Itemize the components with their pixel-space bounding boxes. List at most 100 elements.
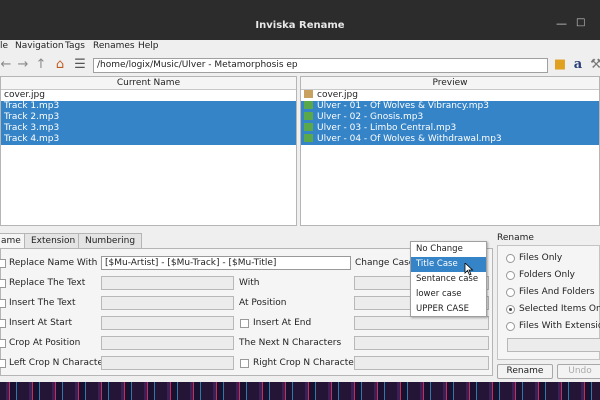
file-name: cover.jpg (4, 90, 45, 100)
file-name: Ulver - 03 - Limbo Central.mp3 (317, 123, 457, 133)
files-with-extensions-radio[interactable] (506, 322, 515, 331)
folder-up-icon[interactable]: ☰ (72, 57, 88, 73)
files-and-folders-radio[interactable] (506, 288, 515, 297)
replace-name-label: Replace Name With (9, 258, 98, 268)
case-option[interactable]: Sentance case (411, 272, 486, 287)
file-row[interactable]: Ulver - 02 - Gnosis.mp3 (301, 112, 599, 123)
preview-header[interactable]: Preview (301, 77, 599, 90)
selected-items-only-radio[interactable] (506, 305, 515, 314)
maximize-icon[interactable]: □ (576, 17, 585, 28)
rename-button[interactable]: Rename (497, 364, 553, 379)
insert-at-end-checkbox[interactable] (240, 319, 249, 328)
right-crop-label: Right Crop N Characters (253, 358, 363, 368)
file-row[interactable]: Track 4.mp3 (1, 134, 296, 145)
back-arrow-icon[interactable]: ← (0, 57, 14, 73)
file-row[interactable]: cover.jpg (301, 90, 599, 101)
undo-button[interactable]: Undo (557, 364, 600, 379)
change-case-label: Change Case (355, 258, 415, 268)
audio-file-icon (304, 101, 313, 109)
file-panes: Current Name cover.jpg Track 1.mp3 Track 2… (0, 76, 600, 230)
replace-text-input[interactable] (101, 276, 234, 290)
file-row[interactable]: Ulver - 04 - Of Wolves & Withdrawal.mp3 (301, 134, 599, 145)
home-icon[interactable]: ⌂ (52, 57, 68, 73)
file-name: Track 4.mp3 (4, 134, 60, 144)
file-row[interactable]: Track 1.mp3 (1, 101, 296, 112)
menu-renames[interactable]: Renames (93, 41, 135, 51)
files-only-label: Files Only (519, 253, 563, 263)
file-row[interactable]: Track 3.mp3 (1, 123, 296, 134)
change-case-dropdown[interactable]: No Change Title Case Sentance case lower… (410, 241, 487, 317)
left-crop-checkbox[interactable] (0, 359, 6, 368)
minimize-icon[interactable]: — (556, 17, 567, 30)
path-input[interactable]: /home/logix/Music/Ulver - Metamorphosis … (93, 58, 548, 73)
insert-text-label: Insert The Text (9, 298, 76, 308)
tab-numbering[interactable]: Numbering (78, 233, 143, 248)
at-position-label: At Position (239, 298, 287, 308)
rename-group-title: Rename (497, 233, 534, 243)
insert-at-end-label: Insert At End (253, 318, 312, 328)
insert-at-start-checkbox[interactable] (0, 319, 6, 328)
case-option[interactable]: lower case (411, 287, 486, 302)
current-name-pane[interactable]: Current Name cover.jpg Track 1.mp3 Track 2… (0, 76, 297, 226)
preview-pane[interactable]: Preview cover.jpg Ulver - 01 - Of Wolves … (300, 76, 600, 226)
menu-help[interactable]: Help (138, 41, 159, 51)
forward-arrow-icon[interactable]: → (15, 57, 31, 73)
mouse-cursor-icon (464, 263, 474, 276)
crop-at-position-checkbox[interactable] (0, 339, 6, 348)
next-n-characters-input[interactable] (354, 336, 489, 350)
folders-only-radio[interactable] (506, 271, 515, 280)
left-crop-label: Left Crop N Characters (9, 358, 112, 368)
file-name: Ulver - 02 - Gnosis.mp3 (317, 112, 424, 122)
case-option[interactable]: No Change (411, 242, 486, 257)
insert-text-checkbox[interactable] (0, 299, 6, 308)
case-option[interactable]: UPPER CASE (411, 302, 486, 317)
file-name: Ulver - 04 - Of Wolves & Withdrawal.mp3 (317, 134, 502, 144)
up-arrow-icon[interactable]: ↑ (33, 57, 49, 73)
file-name: cover.jpg (317, 90, 358, 100)
replace-text-label: Replace The Text (9, 278, 86, 288)
window-title: Inviska Rename (255, 20, 345, 31)
audio-file-icon (304, 112, 313, 120)
tab-extension[interactable]: Extension (24, 233, 83, 248)
toolbar: ← → ↑ ⌂ ☰ /home/logix/Music/Ulver - Meta… (0, 54, 600, 76)
desktop-background (0, 382, 600, 400)
current-name-header[interactable]: Current Name (1, 77, 296, 90)
replace-text-checkbox[interactable] (0, 279, 6, 288)
files-only-radio[interactable] (506, 254, 515, 263)
folder-icon[interactable]: ■ (552, 57, 568, 73)
crop-at-position-label: Crop At Position (9, 338, 81, 348)
right-crop-input[interactable] (354, 356, 489, 370)
file-name: Track 2.mp3 (4, 112, 60, 122)
replace-name-checkbox[interactable] (0, 259, 6, 268)
menu-bar: le Navigation Tags Renames Help (0, 40, 600, 54)
file-row[interactable]: Ulver - 01 - Of Wolves & Vibrancy.mp3 (301, 101, 599, 112)
folders-only-label: Folders Only (519, 270, 575, 280)
file-row[interactable]: Ulver - 03 - Limbo Central.mp3 (301, 123, 599, 134)
replace-name-input[interactable]: [$Mu-Artist] - [$Mu-Track] - [$Mu-Title] (101, 256, 351, 270)
file-name: Ulver - 01 - Of Wolves & Vibrancy.mp3 (317, 101, 489, 111)
selected-items-only-label: Selected Items Only (519, 304, 600, 314)
insert-text-input[interactable] (101, 296, 234, 310)
font-a-icon[interactable]: a (570, 57, 586, 73)
file-row[interactable]: cover.jpg (1, 90, 296, 101)
file-name: Track 3.mp3 (4, 123, 60, 133)
left-crop-input[interactable] (101, 356, 234, 370)
crop-at-position-input[interactable] (101, 336, 234, 350)
menu-tags[interactable]: Tags (65, 41, 85, 51)
case-option-selected[interactable]: Title Case (411, 257, 486, 272)
insert-at-start-input[interactable] (101, 316, 234, 330)
menu-navigation[interactable]: Navigation (15, 41, 64, 51)
insert-at-end-input[interactable] (354, 316, 489, 330)
files-and-folders-label: Files And Folders (519, 287, 595, 297)
title-bar: Inviska Rename — □ (0, 0, 600, 40)
files-with-extensions-label: Files With Extensions (519, 321, 600, 331)
audio-file-icon (304, 134, 313, 142)
extensions-input[interactable] (507, 338, 600, 352)
file-row[interactable]: Track 2.mp3 (1, 112, 296, 123)
next-n-characters-label: The Next N Characters (239, 338, 342, 348)
image-file-icon (304, 90, 313, 98)
right-crop-checkbox[interactable] (240, 359, 249, 368)
menu-file[interactable]: le (0, 41, 8, 51)
wrench-icon[interactable]: ⚒ (588, 57, 600, 73)
rename-options-box: Files Only Folders Only Files And Folder… (497, 245, 600, 360)
